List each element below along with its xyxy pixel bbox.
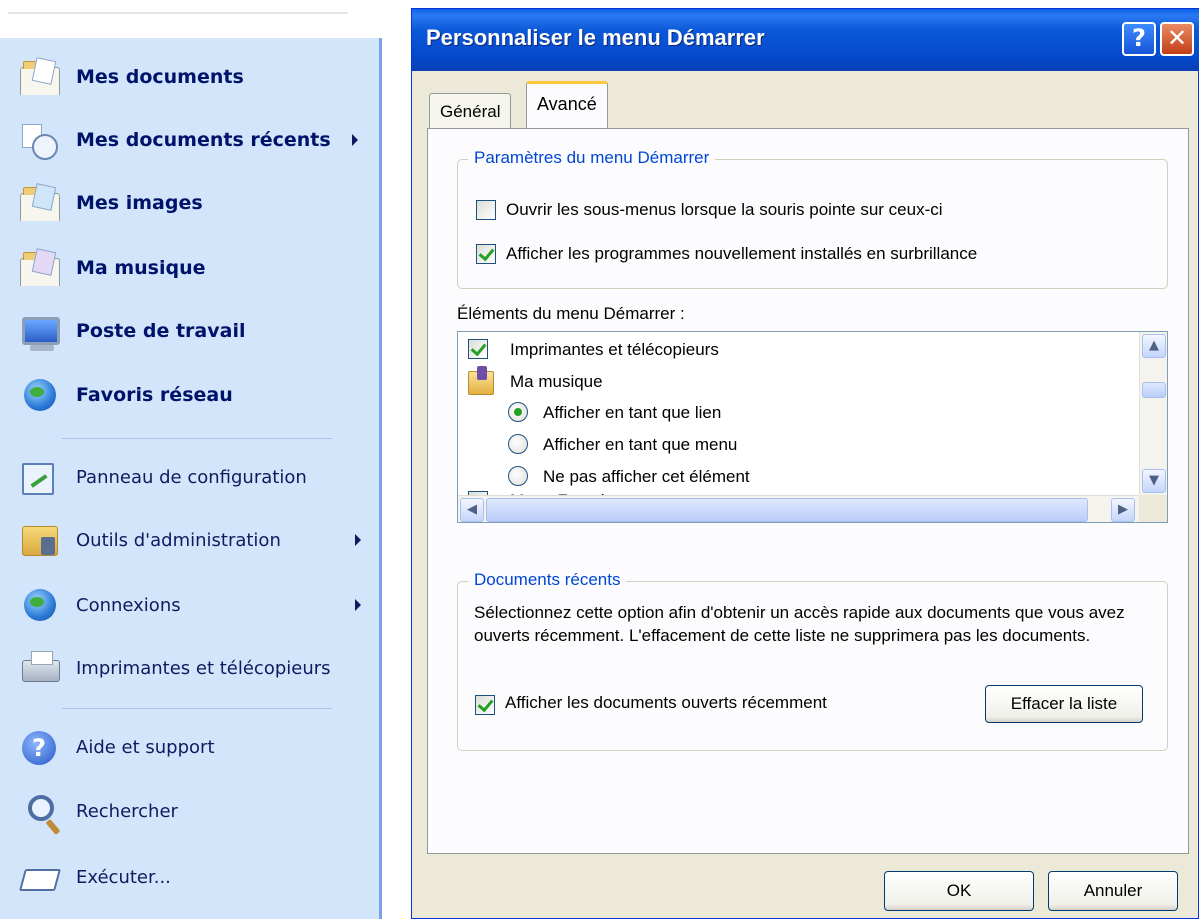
start-item-printers[interactable]: Imprimantes et télécopieurs	[18, 643, 331, 693]
checkbox-label: Afficher les programmes nouvellement ins…	[506, 244, 978, 263]
tab-advanced[interactable]: Avancé	[526, 81, 608, 129]
printer-icon	[18, 646, 62, 690]
checkbox-label: Afficher les documents ouverts récemment	[505, 693, 827, 712]
start-item-connections[interactable]: Connexions	[18, 580, 181, 630]
cancel-button[interactable]: Annuler	[1048, 871, 1178, 911]
start-item-label: Connexions	[76, 594, 181, 616]
submenu-arrow-icon	[355, 534, 361, 546]
start-item-my-computer[interactable]: Poste de travail	[18, 306, 245, 356]
start-item-label: Exécuter...	[76, 866, 171, 888]
checkbox-label: Ouvrir les sous-menus lorsque la souris …	[506, 200, 943, 219]
ok-button[interactable]: OK	[884, 871, 1034, 911]
submenu-arrow-icon	[355, 599, 361, 611]
group-title: Paramètres du menu Démarrer	[468, 148, 716, 168]
dont-show-radio[interactable]	[508, 466, 528, 486]
dialog-title: Personnaliser le menu Démarrer	[426, 25, 765, 50]
search-magnifier-icon	[18, 789, 62, 833]
start-item-my-pictures[interactable]: Mes images	[18, 178, 203, 228]
close-button[interactable]: ✕	[1160, 22, 1194, 56]
scroll-up-icon[interactable]: ▲	[1142, 334, 1166, 358]
list-item-label: Imprimantes et télécopieurs	[510, 340, 719, 359]
clear-list-button[interactable]: Effacer la liste	[985, 685, 1143, 723]
scroll-left-icon[interactable]: ◀	[460, 498, 484, 522]
recent-documents-icon	[18, 118, 62, 162]
start-item-run[interactable]: Exécuter...	[18, 852, 171, 902]
run-icon	[18, 855, 62, 899]
my-pictures-folder-icon	[18, 181, 62, 225]
start-item-my-documents[interactable]: Mes documents	[18, 52, 244, 102]
show-as-link-radio[interactable]	[508, 402, 528, 422]
start-menu-separator	[62, 708, 332, 709]
start-item-my-music[interactable]: Ma musique	[18, 243, 206, 293]
start-menu-separator	[62, 438, 332, 439]
start-menu-items-list[interactable]: Imprimantes et télécopieurs Ma musique A…	[457, 331, 1168, 523]
top-divider	[8, 12, 348, 14]
start-item-admin-tools[interactable]: Outils d'administration	[18, 515, 281, 565]
start-item-label: Favoris réseau	[76, 384, 233, 406]
music-folder-icon	[468, 366, 494, 395]
my-documents-folder-icon	[18, 55, 62, 99]
admin-tools-icon	[18, 518, 62, 562]
printers-item-checkbox[interactable]	[468, 339, 488, 359]
start-item-label: Ma musique	[76, 257, 206, 279]
dialog-titlebar[interactable]: Personnaliser le menu Démarrer ? ✕	[412, 9, 1199, 71]
start-item-label: Mes documents récents	[76, 129, 331, 151]
list-item-label: Ma musique	[510, 372, 603, 391]
advanced-tab-panel: Paramètres du menu Démarrer Ouvrir les s…	[427, 128, 1189, 854]
connections-globe-icon	[18, 583, 62, 627]
start-item-control-panel[interactable]: Panneau de configuration	[18, 452, 307, 502]
show-as-menu-radio[interactable]	[508, 434, 528, 454]
vertical-scroll-thumb[interactable]	[1142, 382, 1166, 398]
scroll-right-icon[interactable]: ▶	[1111, 498, 1135, 522]
submenu-arrow-icon	[352, 134, 358, 146]
radio-label: Afficher en tant que lien	[543, 403, 722, 422]
horizontal-scrollbar[interactable]: ◀ ▶	[458, 495, 1139, 522]
start-item-label: Rechercher	[76, 800, 178, 822]
help-button[interactable]: ?	[1122, 22, 1156, 56]
start-item-label: Mes images	[76, 192, 203, 214]
start-item-label: Imprimantes et télécopieurs	[76, 657, 331, 679]
items-list-heading: Éléments du menu Démarrer :	[457, 304, 685, 323]
vertical-scrollbar[interactable]: ▲ ▼	[1139, 332, 1167, 495]
network-globe-icon	[18, 373, 62, 417]
recent-documents-description: Sélectionnez cette option afin d'obtenir…	[474, 603, 1125, 645]
customize-start-menu-dialog: Personnaliser le menu Démarrer ? ✕ Génér…	[411, 8, 1199, 919]
start-item-network-places[interactable]: Favoris réseau	[18, 370, 233, 420]
start-item-search[interactable]: Rechercher	[18, 786, 178, 836]
radio-label: Ne pas afficher cet élément	[543, 467, 750, 486]
start-item-label: Outils d'administration	[76, 529, 281, 551]
radio-label: Afficher en tant que menu	[543, 435, 738, 454]
highlight-new-programs-checkbox[interactable]	[476, 244, 496, 264]
start-menu-settings-group	[457, 159, 1168, 289]
my-music-folder-icon	[18, 246, 62, 290]
start-item-recent-documents[interactable]: Mes documents récents	[18, 115, 331, 165]
group-title: Documents récents	[468, 570, 627, 590]
start-item-help[interactable]: ? Aide et support	[18, 722, 215, 772]
control-panel-icon	[18, 455, 62, 499]
open-submenus-checkbox[interactable]	[476, 200, 496, 220]
scroll-down-icon[interactable]: ▼	[1142, 469, 1166, 493]
computer-icon	[18, 309, 62, 353]
show-recent-documents-checkbox[interactable]	[475, 695, 495, 715]
help-icon: ?	[18, 725, 62, 769]
start-item-label: Poste de travail	[76, 320, 246, 342]
start-item-label: Panneau de configuration	[76, 466, 307, 488]
scrollbar-corner	[1139, 495, 1167, 522]
start-item-label: Aide et support	[76, 736, 215, 758]
start-item-label: Mes documents	[76, 66, 244, 88]
tab-general[interactable]: Général	[429, 93, 512, 129]
horizontal-scroll-thumb[interactable]	[486, 498, 1088, 522]
